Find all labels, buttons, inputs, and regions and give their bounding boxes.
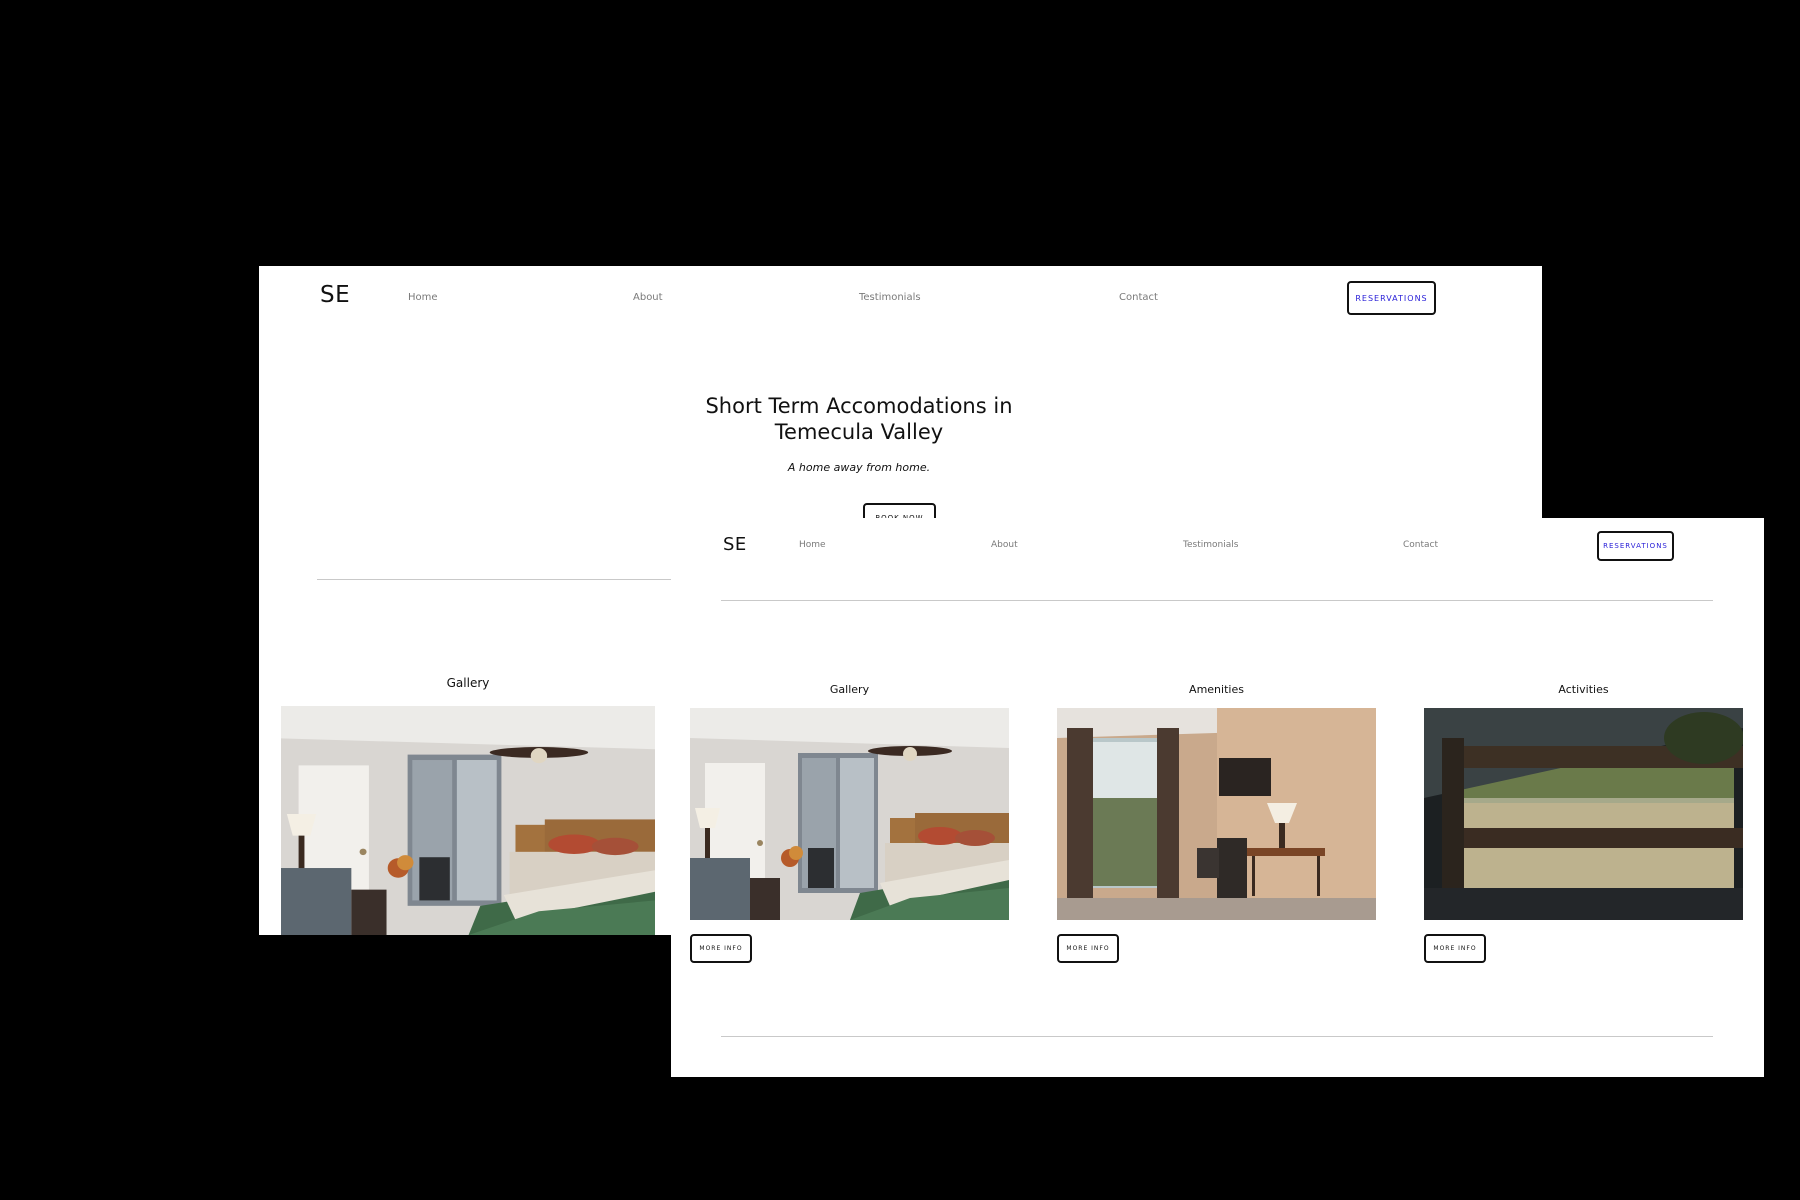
gallery-bedroom-photo[interactable] bbox=[690, 708, 1009, 920]
gallery-heading: Gallery bbox=[446, 676, 490, 690]
front-browser-window: SE Home About Testimonials Contact RESER… bbox=[671, 518, 1764, 1077]
hero-title: Short Term Accomodations in Temecula Val… bbox=[705, 394, 1013, 444]
gallery-more-info-button[interactable]: MORE INFO bbox=[690, 934, 752, 963]
gallery-heading: Gallery bbox=[829, 683, 870, 696]
nav-home[interactable]: Home bbox=[799, 540, 826, 550]
nav-testimonials[interactable]: Testimonials bbox=[859, 292, 921, 303]
reservations-button[interactable]: RESERVATIONS bbox=[1597, 531, 1674, 561]
gallery-bedroom-photo[interactable] bbox=[281, 706, 655, 935]
hero-tagline: A home away from home. bbox=[787, 461, 931, 474]
nav-contact[interactable]: Contact bbox=[1119, 292, 1158, 303]
nav-about[interactable]: About bbox=[991, 540, 1018, 550]
nav-home[interactable]: Home bbox=[408, 292, 438, 303]
amenities-more-info-button[interactable]: MORE INFO bbox=[1057, 934, 1119, 963]
top-divider bbox=[721, 600, 1713, 601]
bottom-divider bbox=[721, 1036, 1713, 1037]
amenities-heading: Amenities bbox=[1189, 683, 1244, 696]
site-logo[interactable]: SE bbox=[723, 534, 747, 555]
nav-testimonials[interactable]: Testimonials bbox=[1183, 540, 1238, 550]
site-logo[interactable]: SE bbox=[320, 282, 350, 308]
activities-heading: Activities bbox=[1558, 683, 1609, 696]
nav-about[interactable]: About bbox=[633, 292, 663, 303]
activities-more-info-button[interactable]: MORE INFO bbox=[1424, 934, 1486, 963]
amenities-room-photo[interactable] bbox=[1057, 708, 1376, 920]
reservations-button[interactable]: RESERVATIONS bbox=[1347, 281, 1436, 315]
activities-fence-photo[interactable] bbox=[1424, 708, 1743, 920]
nav-contact[interactable]: Contact bbox=[1403, 540, 1438, 550]
